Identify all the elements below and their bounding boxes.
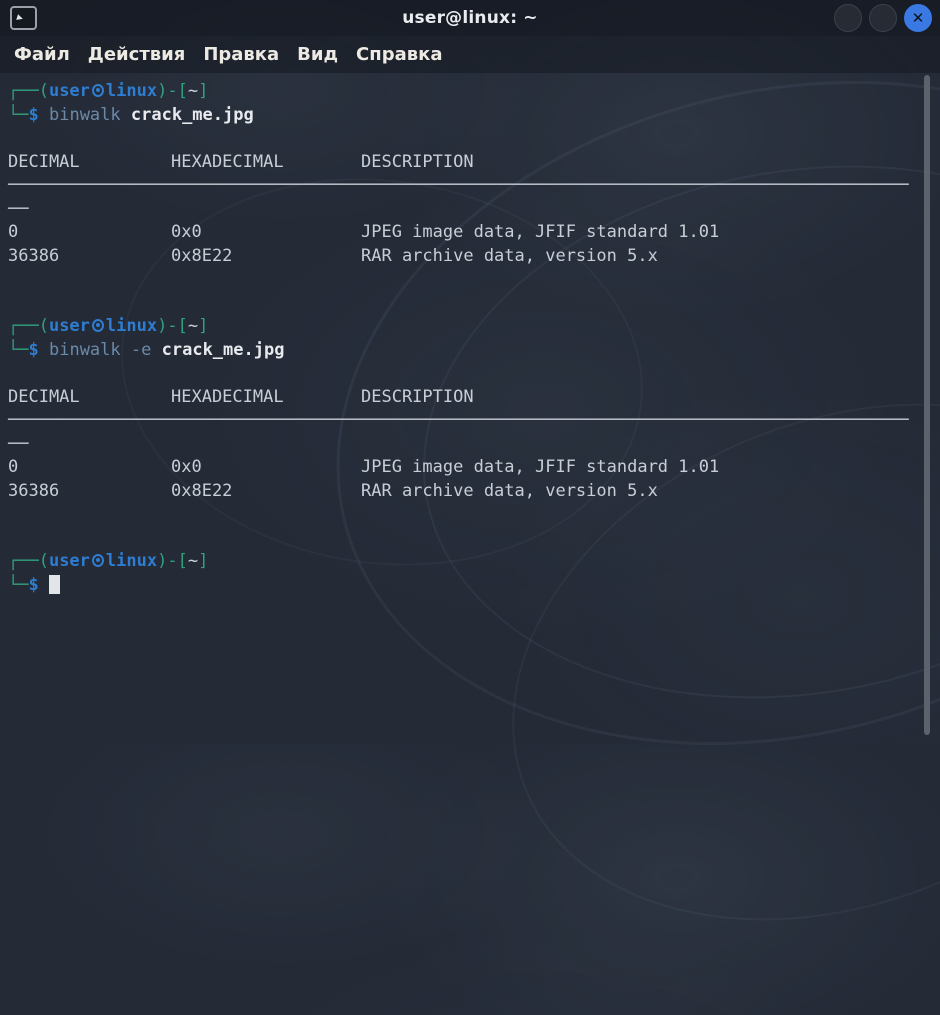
command-argument: crack_me.jpg (162, 340, 285, 360)
output-separator-wrap: ── (8, 433, 940, 457)
column-header-decimal: DECIMAL (8, 151, 171, 175)
maximize-button[interactable] (869, 4, 897, 32)
prompt-host: linux (106, 81, 157, 101)
blank-line (8, 292, 940, 316)
prompt-frame: └─ (8, 340, 28, 360)
command-flag: -e (131, 340, 151, 360)
blank-line (8, 527, 940, 551)
cell-decimal: 36386 (8, 480, 171, 504)
command-argument: crack_me.jpg (131, 105, 254, 125)
output-header-row: DECIMALHEXADECIMALDESCRIPTION (8, 151, 940, 175)
column-header-hexadecimal: HEXADECIMAL (171, 151, 361, 175)
command-program: binwalk (49, 105, 121, 125)
column-header-hexadecimal: HEXADECIMAL (171, 386, 361, 410)
prompt-dollar: $ (28, 340, 38, 360)
scrollbar-thumb[interactable] (924, 75, 930, 735)
command-line-current[interactable]: └─$ (8, 574, 940, 598)
cell-decimal: 0 (8, 456, 171, 480)
menu-bar: Файл Действия Правка Вид Справка (0, 36, 940, 73)
command-line-2: └─$ binwalk -e crack_me.jpg (8, 339, 940, 363)
cell-hexadecimal: 0x8E22 (171, 480, 361, 504)
blank-line (8, 503, 940, 527)
terminal-content[interactable]: ┌──(userlinux)-[~] └─$ binwalk crack_me.… (0, 73, 940, 744)
prompt-line-3: ┌──(user linux)-[~] (8, 550, 940, 574)
prompt-frame: ] (198, 316, 208, 336)
menu-item-edit[interactable]: Правка (194, 44, 288, 65)
command-line-1: └─$ binwalk crack_me.jpg (8, 104, 940, 128)
prompt-path: ~ (188, 551, 198, 571)
cell-decimal: 0 (8, 221, 171, 245)
cell-decimal: 36386 (8, 245, 171, 269)
close-icon: ✕ (912, 11, 925, 26)
prompt-frame: └─ (8, 575, 28, 595)
blank-line (8, 127, 940, 151)
prompt-user: user (49, 81, 90, 101)
prompt-user: user (49, 316, 90, 336)
menu-item-view[interactable]: Вид (288, 44, 347, 65)
minimize-button[interactable] (834, 4, 862, 32)
prompt-host: linux (106, 551, 157, 571)
menu-item-file[interactable]: Файл (5, 44, 79, 65)
blank-line (8, 362, 940, 386)
prompt-frame: )-[ (157, 551, 188, 571)
output-separator-wrap: ── (8, 198, 940, 222)
binwalk-result-row: 363860x8E22RAR archive data, version 5.x (8, 245, 940, 269)
prompt-frame: ┌──( (8, 81, 49, 101)
column-header-description: DESCRIPTION (361, 387, 474, 407)
prompt-frame: )-[ (157, 81, 188, 101)
binwalk-result-row: 363860x8E22RAR archive data, version 5.x (8, 480, 940, 504)
cell-hexadecimal: 0x8E22 (171, 245, 361, 269)
cell-hexadecimal: 0x0 (171, 456, 361, 480)
terminal-window: user@linux: ~ ✕ Файл Действия Правка Вид… (0, 0, 940, 744)
prompt-dollar: $ (28, 575, 38, 595)
window-buttons: ✕ (834, 4, 940, 32)
prompt-user: user (49, 551, 90, 571)
terminal-cursor (49, 575, 60, 594)
column-header-decimal: DECIMAL (8, 386, 171, 410)
prompt-frame: )-[ (157, 316, 188, 336)
kali-at-icon (92, 554, 104, 567)
output-header-row: DECIMALHEXADECIMALDESCRIPTION (8, 386, 940, 410)
cell-description: JPEG image data, JFIF standard 1.01 (361, 457, 719, 477)
command-program: binwalk (49, 340, 121, 360)
output-separator: ────────────────────────────────────────… (8, 174, 940, 198)
binwalk-result-row: 00x0JPEG image data, JFIF standard 1.01 (8, 221, 940, 245)
window-title: user@linux: ~ (0, 8, 940, 28)
window-titlebar[interactable]: user@linux: ~ ✕ (0, 0, 940, 36)
menu-item-help[interactable]: Справка (347, 44, 451, 65)
menu-item-actions[interactable]: Действия (79, 44, 195, 65)
prompt-path: ~ (188, 81, 198, 101)
prompt-dollar: $ (28, 105, 38, 125)
kali-at-icon (92, 319, 104, 332)
prompt-frame: ] (198, 81, 208, 101)
prompt-host: linux (106, 316, 157, 336)
prompt-line-1: ┌──(user linux)-[~] (8, 80, 940, 104)
blank-line (8, 268, 940, 292)
prompt-frame: ┌──( (8, 551, 49, 571)
column-header-description: DESCRIPTION (361, 152, 474, 172)
prompt-frame: ] (198, 551, 208, 571)
kali-at-icon (92, 84, 104, 97)
prompt-path: ~ (188, 316, 198, 336)
screen: { "window": { "title": "user@linux: ~", … (0, 0, 940, 744)
cell-description: RAR archive data, version 5.x (361, 246, 658, 266)
prompt-frame: └─ (8, 105, 28, 125)
close-button[interactable]: ✕ (904, 4, 932, 32)
binwalk-result-row: 00x0JPEG image data, JFIF standard 1.01 (8, 456, 940, 480)
cell-description: JPEG image data, JFIF standard 1.01 (361, 222, 719, 242)
prompt-line-2: ┌──(user linux)-[~] (8, 315, 940, 339)
cell-description: RAR archive data, version 5.x (361, 481, 658, 501)
output-separator: ────────────────────────────────────────… (8, 409, 940, 433)
prompt-frame: ┌──( (8, 316, 49, 336)
cell-hexadecimal: 0x0 (171, 221, 361, 245)
